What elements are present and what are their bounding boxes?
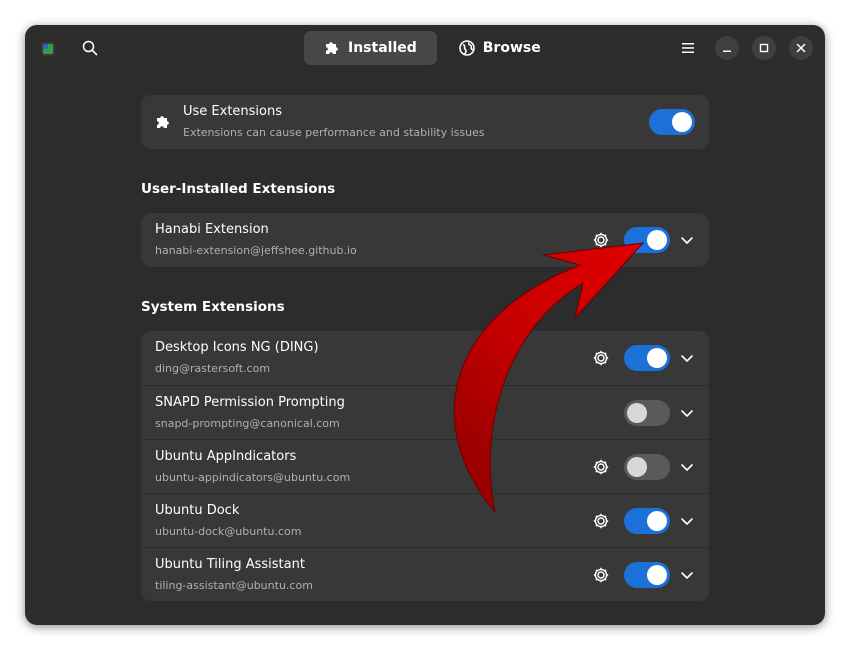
tab-browse[interactable]: Browse [439, 31, 561, 65]
extension-name: Ubuntu Dock [155, 503, 240, 518]
extension-manager-window: Installed Browse Use Extensions Extensio… [25, 25, 825, 625]
system-extension-row: Ubuntu Dock ubuntu-dock@ubuntu.com [141, 493, 709, 547]
extension-name: Hanabi Extension [155, 222, 269, 237]
system-extension-row: Ubuntu AppIndicators ubuntu-appindicator… [141, 439, 709, 493]
extension-id: ding@rastersoft.com [155, 362, 271, 375]
puzzle-icon [155, 114, 171, 130]
extension-name: Ubuntu Tiling Assistant [155, 557, 305, 572]
extension-id: hanabi-extension@jeffshee.github.io [155, 244, 357, 257]
settings-gear-icon[interactable] [592, 349, 610, 367]
globe-icon [458, 40, 475, 56]
installed-page: Use Extensions Extensions can cause perf… [141, 95, 709, 601]
chevron-down-icon[interactable] [679, 405, 695, 421]
puzzle-icon [324, 40, 340, 56]
extension-toggle-switch[interactable] [624, 562, 670, 588]
extension-id: snapd-prompting@canonical.com [155, 417, 340, 430]
maximize-icon [759, 43, 769, 53]
close-button[interactable] [789, 36, 813, 60]
tab-installed-label: Installed [348, 40, 417, 56]
view-switcher: Installed Browse [304, 31, 561, 65]
extension-toggle-switch[interactable] [624, 454, 670, 480]
main-menu-button[interactable] [675, 37, 701, 59]
extension-name: Ubuntu AppIndicators [155, 449, 297, 464]
system-extensions-list: Desktop Icons NG (DING) ding@rastersoft.… [141, 331, 709, 601]
extension-toggle-switch[interactable] [624, 227, 670, 253]
maximize-button[interactable] [752, 36, 776, 60]
settings-gear-icon[interactable] [592, 512, 610, 530]
search-icon [82, 40, 98, 56]
minimize-button[interactable] [715, 36, 739, 60]
switch-knob [647, 230, 667, 250]
tab-browse-label: Browse [482, 40, 541, 56]
extension-id: ubuntu-dock@ubuntu.com [155, 525, 302, 538]
minimize-icon [723, 50, 731, 52]
system-extension-row: SNAPD Permission Prompting snapd-prompti… [141, 385, 709, 439]
switch-knob [627, 457, 647, 477]
extension-toggle-switch[interactable] [624, 508, 670, 534]
settings-gear-icon[interactable] [592, 566, 610, 584]
use-extensions-title: Use Extensions [183, 104, 283, 119]
extension-name: Desktop Icons NG (DING) [155, 340, 319, 355]
switch-knob [647, 565, 667, 585]
use-extensions-switch[interactable] [649, 109, 695, 135]
chevron-down-icon[interactable] [679, 513, 695, 529]
tab-installed[interactable]: Installed [304, 31, 437, 65]
chevron-down-icon[interactable] [679, 459, 695, 475]
settings-gear-icon[interactable] [592, 231, 610, 249]
switch-knob [672, 112, 692, 132]
search-button[interactable] [77, 37, 103, 59]
user-installed-list: Hanabi Extension hanabi-extension@jeffsh… [141, 213, 709, 267]
use-extensions-subtitle: Extensions can cause performance and sta… [183, 126, 485, 139]
switch-knob [647, 511, 667, 531]
system-extension-row: Desktop Icons NG (DING) ding@rastersoft.… [141, 331, 709, 385]
use-extensions-card: Use Extensions Extensions can cause perf… [141, 95, 709, 149]
settings-gear-icon[interactable] [592, 458, 610, 476]
extension-id: tiling-assistant@ubuntu.com [155, 579, 313, 592]
user-installed-section-title: User-Installed Extensions [141, 181, 336, 197]
system-extension-row: Ubuntu Tiling Assistant tiling-assistant… [141, 547, 709, 601]
hamburger-menu-icon [682, 43, 694, 53]
user-extension-row: Hanabi Extension hanabi-extension@jeffsh… [141, 213, 709, 267]
app-icon [41, 41, 55, 56]
extension-toggle-switch[interactable] [624, 400, 670, 426]
switch-knob [647, 348, 667, 368]
extension-toggle-switch[interactable] [624, 345, 670, 371]
extension-name: SNAPD Permission Prompting [155, 395, 345, 410]
chevron-down-icon[interactable] [679, 567, 695, 583]
chevron-down-icon[interactable] [679, 350, 695, 366]
use-extensions-row: Use Extensions Extensions can cause perf… [141, 95, 709, 149]
switch-knob [627, 403, 647, 423]
extension-id: ubuntu-appindicators@ubuntu.com [155, 471, 351, 484]
chevron-down-icon[interactable] [679, 232, 695, 248]
close-icon [796, 43, 806, 53]
system-section-title: System Extensions [141, 299, 285, 315]
header-bar: Installed Browse [25, 25, 825, 72]
